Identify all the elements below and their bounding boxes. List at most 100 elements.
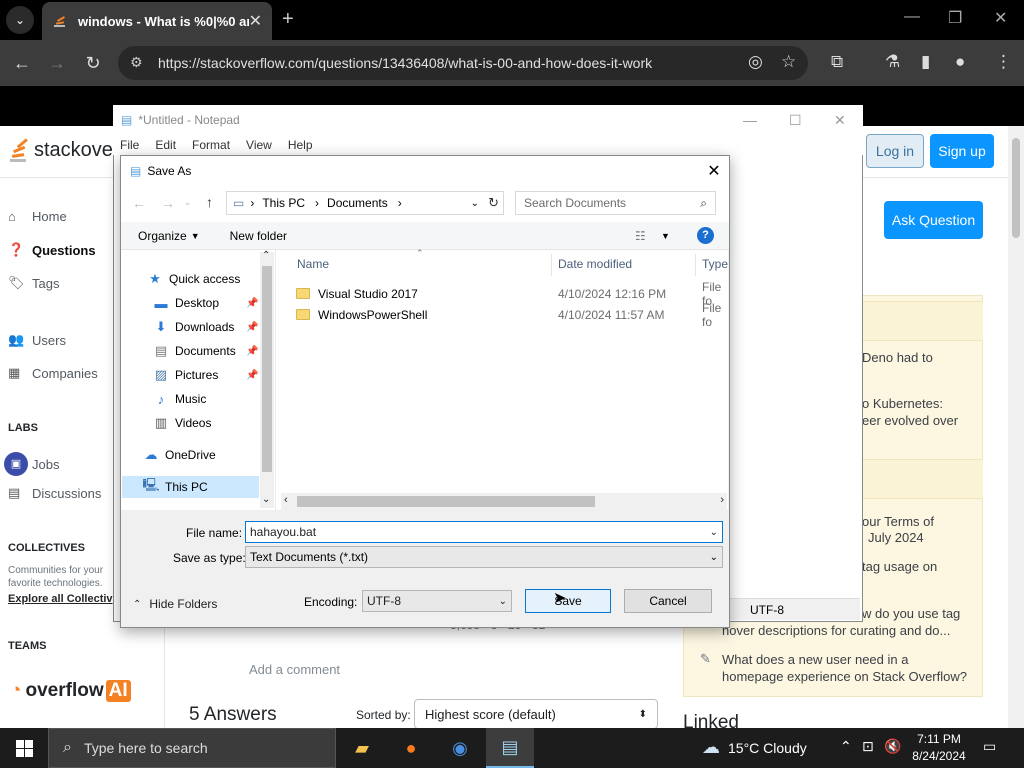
nav-pane-scrollbar[interactable]: ⌃ ⌄: [260, 250, 274, 508]
column-divider[interactable]: [695, 254, 696, 276]
profile-avatar-icon[interactable]: ●: [955, 52, 965, 72]
file-list-hscrollbar[interactable]: ‹ ›: [281, 493, 727, 510]
nav-music[interactable]: ♪ Music: [152, 388, 207, 410]
column-name[interactable]: Name: [297, 257, 329, 271]
scroll-right-icon[interactable]: ›: [720, 494, 724, 506]
eye-off-icon[interactable]: ◎: [748, 52, 763, 72]
menu-help[interactable]: Help: [288, 138, 313, 152]
recent-locations-icon[interactable]: ⌄: [184, 197, 192, 208]
nav-home[interactable]: ⌂ Home: [8, 209, 67, 224]
add-comment-link[interactable]: Add a comment: [249, 662, 340, 677]
scroll-left-icon[interactable]: ‹: [284, 494, 288, 506]
encoding-select[interactable]: UTF-8 ⌄: [362, 590, 512, 612]
overflow-ai-logo[interactable]: ◔ overflow AI: [10, 680, 131, 702]
encoding-dropdown-icon[interactable]: ⌄: [499, 596, 507, 607]
organize-button[interactable]: Organize: [138, 229, 187, 243]
hide-folders-button[interactable]: ⌃ Hide Folders: [133, 597, 217, 611]
tab-search-button[interactable]: ⌄: [6, 6, 34, 34]
taskbar-clock[interactable]: 7:11 PM 8/24/2024: [904, 731, 974, 765]
scroll-down-icon[interactable]: ⌄: [262, 494, 270, 505]
dialog-back-icon[interactable]: ←: [132, 195, 146, 211]
volume-muted-icon[interactable]: 🔇: [884, 738, 901, 755]
login-button[interactable]: Log in: [866, 134, 924, 168]
nav-discussions[interactable]: ▤ Discussions: [8, 485, 101, 501]
browser-tab[interactable]: windows - What is %0|%0 and ✕: [42, 2, 272, 40]
address-breadcrumb[interactable]: ▭ › This PC › Documents › ⌄ ↻: [226, 191, 504, 215]
column-date-modified[interactable]: Date modified: [558, 257, 632, 271]
address-bar[interactable]: ⚙ https://stackoverflow.com/questions/13…: [118, 46, 808, 80]
menu-view[interactable]: View: [246, 138, 272, 152]
weather-widget[interactable]: ☁ 15°C Cloudy: [702, 737, 807, 758]
tab-close-icon[interactable]: ✕: [249, 11, 262, 31]
save-type-dropdown-icon[interactable]: ⌄: [710, 552, 718, 563]
tray-chevron-icon[interactable]: ⌃: [840, 738, 852, 755]
file-explorer-icon[interactable]: ▰: [338, 728, 386, 768]
blog-item-2-line2[interactable]: eer evolved over: [862, 412, 958, 429]
meta-item-4[interactable]: What does a new user need in a: [722, 651, 908, 668]
nav-scroll-thumb[interactable]: [262, 266, 272, 472]
extensions-icon[interactable]: ⧉: [831, 52, 843, 72]
firefox-icon[interactable]: ●: [387, 728, 435, 768]
blog-item-1[interactable]: Deno had to: [862, 349, 933, 366]
new-folder-button[interactable]: New folder: [230, 229, 287, 243]
refresh-icon[interactable]: ↻: [488, 195, 499, 211]
up-folder-icon[interactable]: ↑: [206, 194, 213, 210]
close-window-icon[interactable]: ✕: [994, 8, 1007, 28]
meta-item-4-line2[interactable]: homepage experience on Stack Overflow?: [722, 668, 967, 685]
side-panel-icon[interactable]: ▮: [921, 52, 930, 72]
notepad-maximize-icon[interactable]: ☐: [789, 112, 802, 129]
search-documents-input[interactable]: Search Documents ⌕: [515, 191, 716, 215]
view-dropdown-icon[interactable]: ▼: [661, 231, 670, 241]
site-info-icon[interactable]: ⚙: [130, 54, 143, 71]
scroll-up-icon[interactable]: ⌃: [262, 250, 270, 261]
notepad-minimize-icon[interactable]: —: [743, 112, 757, 128]
nav-desktop[interactable]: ▬ Desktop 📌: [152, 292, 259, 314]
column-divider[interactable]: [551, 254, 552, 276]
signup-button[interactable]: Sign up: [930, 134, 994, 168]
file-row[interactable]: Visual Studio 2017 4/10/2024 12:16 PM Fi…: [296, 280, 728, 308]
menu-format[interactable]: Format: [192, 138, 230, 152]
breadcrumb-this-pc[interactable]: This PC: [262, 196, 305, 210]
forward-icon[interactable]: →: [44, 50, 70, 76]
nav-users[interactable]: 👥 Users: [8, 332, 66, 348]
stackoverflow-logo[interactable]: stackover: [8, 137, 120, 163]
scroll-thumb[interactable]: [1012, 138, 1020, 238]
notepad-close-icon[interactable]: ✕: [834, 112, 846, 129]
nav-documents[interactable]: ▤ Documents 📌: [152, 340, 259, 362]
nav-companies[interactable]: ▦ Companies: [8, 365, 98, 381]
save-as-type-select[interactable]: Text Documents (*.txt) ⌄: [245, 546, 723, 568]
menu-edit[interactable]: Edit: [155, 138, 176, 152]
notepad-taskbar-icon[interactable]: ▤: [486, 728, 534, 768]
labs-flask-icon[interactable]: ⚗: [885, 52, 900, 72]
ask-question-button[interactable]: Ask Question: [884, 201, 983, 239]
menu-file[interactable]: File: [120, 138, 139, 152]
back-icon[interactable]: ←: [9, 50, 35, 76]
dialog-close-button[interactable]: ✕: [700, 158, 728, 184]
file-name-dropdown-icon[interactable]: ⌄: [710, 527, 718, 538]
nav-pictures[interactable]: ▨ Pictures 📌: [152, 364, 259, 386]
reload-icon[interactable]: ↻: [80, 50, 106, 76]
column-type[interactable]: Type: [702, 257, 728, 271]
meta-item-1-line2[interactable]: July 2024: [868, 529, 924, 546]
meta-item-2[interactable]: tag usage on: [862, 558, 937, 575]
nav-quick-access[interactable]: ★ Quick access: [146, 268, 240, 290]
save-button[interactable]: Save: [525, 589, 611, 613]
nav-jobs[interactable]: ▣ Jobs: [4, 452, 59, 476]
organize-dropdown-icon[interactable]: ▼: [191, 231, 200, 241]
start-button[interactable]: [0, 728, 48, 768]
taskbar-search-box[interactable]: ⌕ Type here to search: [48, 728, 336, 768]
nav-tags[interactable]: 🏷 Tags: [8, 275, 59, 291]
minimize-icon[interactable]: —: [904, 8, 920, 26]
meta-item-3[interactable]: w do you use tag: [862, 605, 960, 622]
breadcrumb-dropdown-icon[interactable]: ⌄: [471, 198, 479, 209]
help-icon[interactable]: ?: [697, 227, 714, 244]
new-tab-button[interactable]: +: [282, 8, 294, 31]
notification-icon[interactable]: ▭: [983, 738, 996, 755]
file-name-input[interactable]: hahayou.bat ⌄: [245, 521, 723, 543]
explore-collectives-link[interactable]: Explore all Collectiv: [8, 593, 113, 605]
page-scrollbar[interactable]: [1008, 126, 1024, 728]
nav-videos[interactable]: ▥ Videos: [152, 412, 212, 434]
hscroll-thumb[interactable]: [297, 496, 595, 507]
nav-downloads[interactable]: ⬇ Downloads 📌: [152, 316, 259, 338]
browser-menu-icon[interactable]: ⋮: [995, 52, 1012, 72]
